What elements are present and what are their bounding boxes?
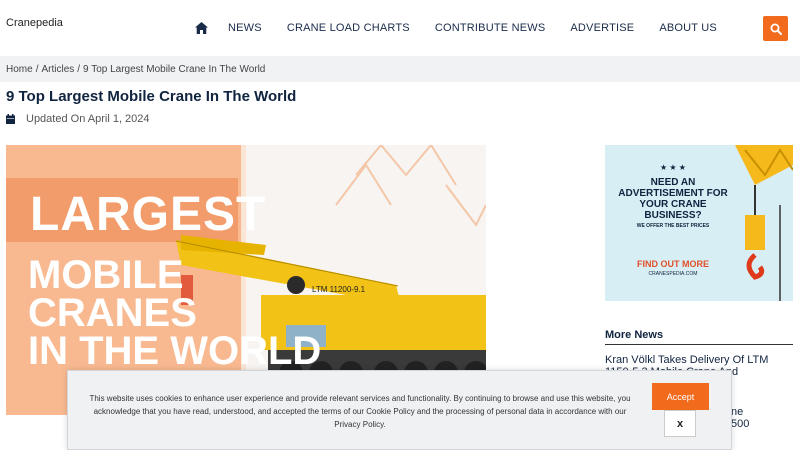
cookie-text: This website uses cookies to enhance use… <box>89 394 631 429</box>
nav-item-contribute-news[interactable]: CONTRIBUTE NEWS <box>435 22 546 34</box>
advertisement-banner[interactable]: ★ ★ ★ NEED AN ADVERTISEMENT FOR YOUR CRA… <box>605 145 793 301</box>
page-title: 9 Top Largest Mobile Crane In The World <box>6 88 297 105</box>
accept-button[interactable]: Accept <box>652 383 709 410</box>
hero-title-line: MOBILE <box>28 253 184 297</box>
breadcrumb-home[interactable]: Home <box>6 64 33 75</box>
breadcrumb-articles[interactable]: Articles <box>41 64 74 75</box>
updated-text: Updated On April 1, 2024 <box>26 113 150 125</box>
home-icon[interactable] <box>190 17 212 39</box>
news-item[interactable]: 500 <box>731 418 791 430</box>
ad-headline: NEED AN ADVERTISEMENT FOR YOUR CRANE BUS… <box>618 177 728 221</box>
nav-item-crane-load-charts[interactable]: CRANE LOAD CHARTS <box>287 22 410 34</box>
updated-date: Updated On April 1, 2024 <box>6 113 150 125</box>
ad-cta[interactable]: FIND OUT MORE <box>613 259 733 269</box>
page: Cranepedia NEWS CRANE LOAD CHARTS CONTRI… <box>0 0 800 450</box>
nav-item-about-us[interactable]: ABOUT US <box>659 22 717 34</box>
site-header: Cranepedia NEWS CRANE LOAD CHARTS CONTRI… <box>0 0 800 56</box>
site-logo[interactable]: Cranepedia <box>6 17 63 29</box>
news-item[interactable]: ne <box>731 406 791 418</box>
breadcrumb-separator: / <box>77 64 81 75</box>
breadcrumb-bar: Home / Articles / 9 Top Largest Mobile C… <box>0 56 800 82</box>
nav-item-news[interactable]: NEWS <box>228 22 262 34</box>
ad-site: CRANESPEDIA.COM <box>648 271 698 277</box>
nav-item-advertise[interactable]: ADVERTISE <box>570 22 634 34</box>
breadcrumb: Home / Articles / 9 Top Largest Mobile C… <box>6 64 265 75</box>
cookie-banner: This website uses cookies to enhance use… <box>67 370 732 450</box>
hero-title-line: IN THE WORLD <box>28 329 322 373</box>
search-button[interactable] <box>763 16 788 41</box>
ad-stars: ★ ★ ★ <box>660 163 686 172</box>
calendar-icon <box>6 114 15 124</box>
search-icon <box>770 23 782 35</box>
close-button[interactable]: x <box>664 410 696 437</box>
more-news-heading: More News <box>605 329 793 345</box>
breadcrumb-separator: / <box>35 64 39 75</box>
main-nav: NEWS CRANE LOAD CHARTS CONTRIBUTE NEWS A… <box>190 0 742 56</box>
hero-title-line: LARGEST <box>30 188 267 241</box>
hero-title-line: CRANES <box>28 291 197 335</box>
ad-subtext: WE OFFER THE BEST PRICES <box>636 223 710 229</box>
breadcrumb-current: 9 Top Largest Mobile Crane In The World <box>83 64 266 75</box>
crane-model-label: LTM 11200-9.1 <box>312 285 366 294</box>
